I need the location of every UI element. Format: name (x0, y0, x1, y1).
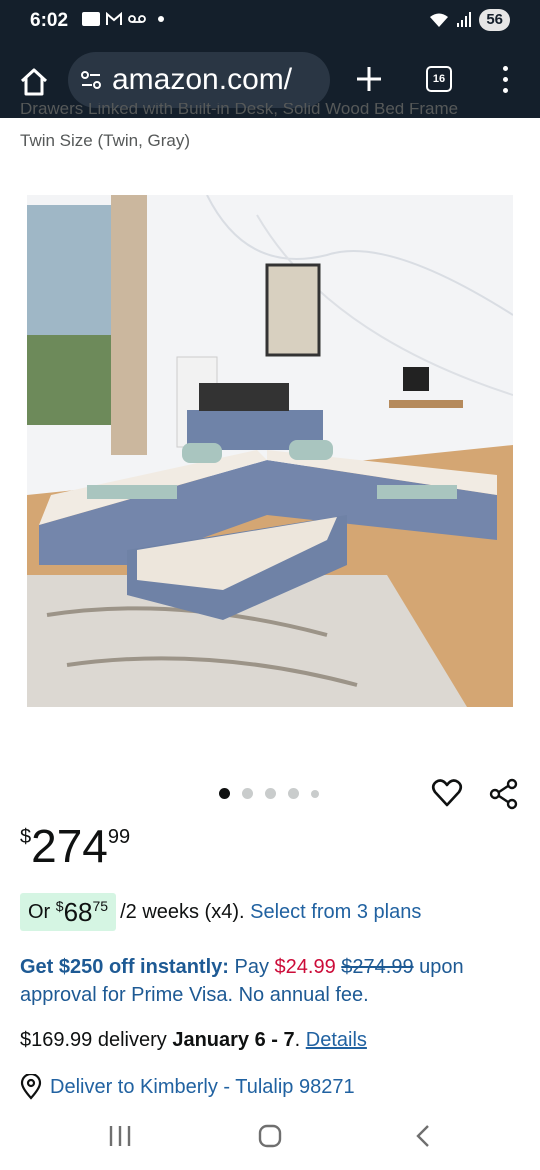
gmail-icon (106, 12, 122, 25)
heart-icon[interactable] (431, 777, 463, 809)
tab-switcher-button[interactable]: 16 (426, 66, 452, 92)
address-bar[interactable]: amazon.com/ (68, 52, 330, 108)
promo-old-price: $274.99 (341, 956, 414, 978)
image-carousel-dots[interactable] (219, 788, 319, 799)
promo-headline: Get $250 off instantly: (20, 956, 229, 978)
home-circle-icon[interactable] (258, 1124, 282, 1148)
carousel-dot[interactable] (311, 789, 319, 798)
promo-rest: approval for Prime Visa. No annual fee. (20, 984, 369, 1006)
share-icon[interactable] (488, 778, 520, 810)
installment-badge: Or $68 75 (20, 893, 117, 931)
location-pin-icon (20, 1074, 42, 1100)
product-title: Twin Size (Twin, Gray) (20, 131, 191, 150)
delivery-info: $169.99 delivery January 6 - 7. Details (20, 1029, 367, 1052)
dot-icon (158, 16, 164, 22)
carousel-dot[interactable] (265, 788, 276, 799)
status-system-icons: 56 (429, 9, 510, 31)
signal-icon (457, 12, 472, 27)
home-icon[interactable] (18, 66, 50, 98)
installment-symbol: $ (55, 898, 64, 914)
price-symbol: $ (20, 826, 32, 848)
site-settings-icon[interactable] (80, 69, 102, 91)
status-time: 6:02 (30, 10, 69, 31)
delivery-cost: $169.99 delivery (20, 1029, 167, 1051)
url-text: amazon.com/ (112, 63, 293, 96)
promo-upon: upon (419, 956, 464, 978)
carousel-dot[interactable] (288, 788, 299, 799)
delivery-dates: January 6 - 7 (172, 1029, 295, 1051)
carousel-dot[interactable] (242, 788, 253, 799)
deliver-to-text: Deliver to Kimberly - Tulalip 98271 (50, 1075, 355, 1098)
select-plans-link[interactable]: Select from 3 plans (250, 901, 421, 923)
installment-period: /2 weeks (x4). (120, 900, 245, 923)
battery-icon: 56 (479, 9, 510, 31)
status-bar: 6:02 56 (0, 0, 540, 44)
product-image[interactable] (27, 195, 513, 707)
installment-whole: 68 (63, 896, 93, 927)
price-fraction: 99 (107, 826, 131, 848)
deliver-to-row[interactable]: Deliver to Kimberly - Tulalip 98271 (20, 1074, 355, 1100)
prime-visa-promo[interactable]: Get $250 off instantly: Pay $24.99 $274.… (20, 953, 525, 1009)
price: $27499 (20, 823, 130, 869)
back-icon[interactable] (412, 1124, 436, 1148)
more-menu-icon[interactable] (500, 66, 510, 96)
recent-apps-icon[interactable] (108, 1124, 132, 1148)
product-title-partial: Drawers Linked with Built-in Desk, Solid… (20, 103, 459, 118)
delivery-details-link[interactable]: Details (306, 1029, 367, 1051)
status-notification-icons (82, 12, 164, 26)
installment-details: /2 weeks (x4). Select from 3 plans (120, 901, 421, 924)
promo-new-price: $24.99 (274, 956, 336, 978)
home-icon (82, 12, 100, 26)
delivery-period: . (294, 1029, 301, 1051)
installment-fraction: 75 (92, 898, 109, 914)
new-tab-icon[interactable] (354, 64, 384, 94)
promo-pay: Pay (234, 956, 269, 978)
carousel-dot-active[interactable] (219, 788, 230, 799)
installment-row: Or $68 75 /2 weeks (x4). Select from 3 pl… (20, 893, 421, 931)
android-nav-bar (0, 1112, 540, 1170)
voicemail-icon (128, 15, 146, 23)
wifi-icon (430, 13, 449, 27)
price-whole: 274 (31, 820, 108, 872)
installment-prefix: Or (28, 900, 51, 923)
